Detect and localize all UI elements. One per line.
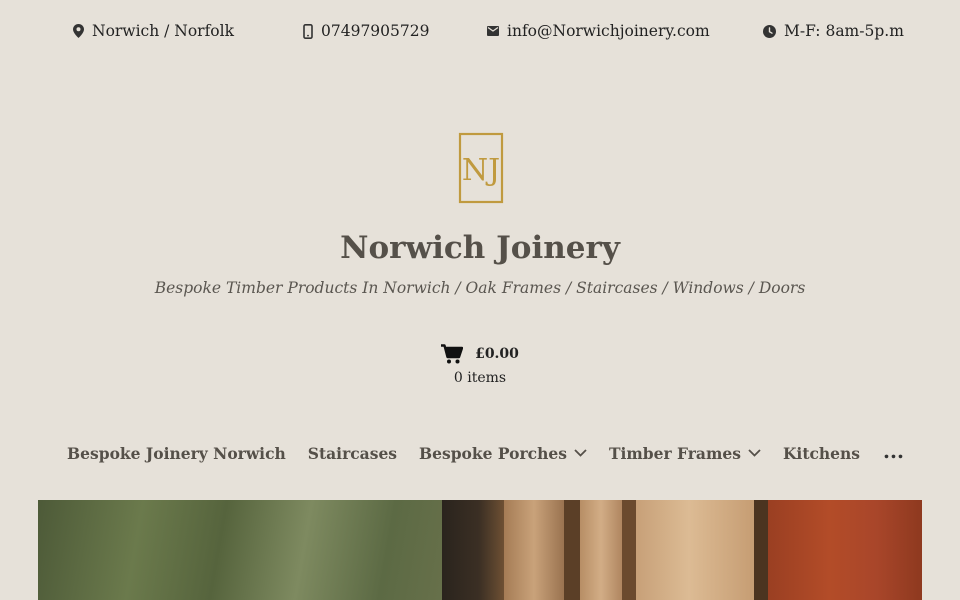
location-info: Norwich / Norfolk: [73, 22, 234, 40]
logo-monogram: NJ: [462, 153, 500, 188]
cart-item-count[interactable]: 0 items: [0, 370, 960, 386]
mini-cart[interactable]: £0.00 0 items: [0, 344, 960, 386]
email-text[interactable]: info@Norwichjoinery.com: [507, 22, 710, 40]
hours-info: M-F: 8am-5p.m: [763, 22, 904, 40]
phone-text[interactable]: 07497905729: [321, 22, 429, 40]
main-navigation: Bespoke Joinery Norwich Staircases Bespo…: [0, 439, 960, 463]
nav-item-kitchens[interactable]: Kitchens: [783, 444, 860, 463]
nav-item-label[interactable]: Kitchens: [783, 444, 860, 463]
top-info-bar: Norwich / Norfolk 07497905729 info@Norwi…: [0, 22, 960, 50]
phone-info[interactable]: 07497905729: [303, 22, 429, 40]
site-tagline: Bespoke Timber Products In Norwich / Oak…: [154, 279, 806, 297]
hours-text: M-F: 8am-5p.m: [784, 22, 904, 40]
nav-item-bespoke-porches[interactable]: Bespoke Porches: [419, 444, 587, 463]
email-info[interactable]: info@Norwichjoinery.com: [487, 22, 710, 40]
nav-item-label[interactable]: Bespoke Joinery Norwich: [67, 444, 286, 463]
mobile-phone-icon: [303, 23, 313, 39]
map-pin-icon: [73, 24, 84, 38]
site-logo[interactable]: NJ: [458, 132, 504, 204]
site-title[interactable]: Norwich Joinery: [0, 230, 960, 266]
location-text: Norwich / Norfolk: [92, 22, 234, 40]
more-menu-button[interactable]: ...: [883, 439, 904, 463]
nav-item-timber-frames[interactable]: Timber Frames: [609, 444, 761, 463]
chevron-down-icon[interactable]: [748, 449, 761, 457]
clock-icon: [763, 24, 776, 38]
nav-item-label[interactable]: Staircases: [308, 444, 397, 463]
cart-icon[interactable]: [441, 344, 464, 364]
chevron-down-icon[interactable]: [574, 449, 587, 457]
envelope-icon: [487, 26, 499, 36]
nav-item-label[interactable]: Bespoke Porches: [419, 444, 567, 463]
nav-item-bespoke-joinery[interactable]: Bespoke Joinery Norwich: [67, 444, 286, 463]
nav-item-label[interactable]: Timber Frames: [609, 444, 741, 463]
nav-item-staircases[interactable]: Staircases: [308, 444, 397, 463]
hero-image: [38, 500, 922, 600]
cart-total[interactable]: £0.00: [475, 346, 519, 362]
